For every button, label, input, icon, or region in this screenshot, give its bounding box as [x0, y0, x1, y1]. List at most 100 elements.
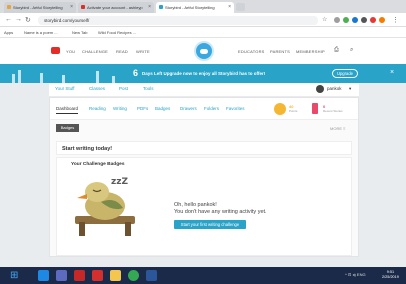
nav-link-educators[interactable]: EDUCATORS: [238, 49, 265, 54]
tab-title: Activate your account - ashleyp: [87, 5, 143, 10]
bookmark-star-icon[interactable]: ☆: [322, 16, 327, 23]
subnav-your-stuff[interactable]: Your Stuff: [55, 86, 75, 91]
banner-decoration: [96, 71, 99, 83]
acrobat-app-icon[interactable]: [92, 270, 103, 281]
chevron-down-icon[interactable]: ▾: [349, 86, 351, 92]
subnav: Your Stuff Classes Post Tools pankok ▾: [49, 83, 359, 96]
banner-decoration: [40, 73, 43, 83]
store-app-icon[interactable]: [56, 270, 67, 281]
acrobat-app-icon[interactable]: [74, 270, 85, 281]
reload-icon[interactable]: ↻: [25, 16, 31, 24]
word-app-icon[interactable]: [146, 270, 157, 281]
start-writing-card: Start writing today!: [56, 141, 352, 155]
youtube-play-icon[interactable]: [51, 47, 60, 54]
browser-tab-bar: Storybird - Artful Storytelling × Activa…: [0, 0, 406, 13]
tab-reading[interactable]: Reading: [89, 106, 106, 111]
tab-pdfs[interactable]: PDFs: [137, 106, 148, 111]
profile-avatar-icon[interactable]: [379, 17, 385, 23]
menu-kebab-icon[interactable]: ⋮: [392, 16, 399, 24]
nav-link-you[interactable]: YOU: [66, 49, 75, 54]
close-tab-icon[interactable]: ×: [228, 4, 231, 10]
nav-link-challenge[interactable]: CHALLENGE: [82, 49, 108, 54]
points-icon: [274, 103, 286, 115]
nav-link-write[interactable]: WRITE: [136, 49, 150, 54]
extension-icon[interactable]: [343, 17, 349, 23]
site-header: YOU CHALLENGE READ WRITE EDUCATORS PAREN…: [0, 38, 406, 64]
close-tab-icon[interactable]: ×: [70, 4, 73, 10]
extension-icon[interactable]: [352, 17, 358, 23]
new-tab-button[interactable]: [236, 3, 245, 11]
windows-start-icon[interactable]: ⊞: [10, 270, 18, 281]
forward-arrow-icon[interactable]: →: [15, 16, 22, 23]
bird-beak: [77, 194, 87, 199]
bookmark-item[interactable]: Wild Food Recipes ...: [98, 30, 136, 35]
windows-taskbar: ⊞ ^ ⊡ ◂) ENG 9:51 2/25/2019: [0, 267, 406, 284]
extension-icon[interactable]: [370, 17, 376, 23]
points-label: Points: [289, 109, 298, 113]
tab-writing[interactable]: Writing: [113, 106, 127, 111]
days-left-number: 6: [133, 68, 139, 78]
system-tray[interactable]: ^ ⊡ ◂) ENG: [345, 272, 366, 277]
storybird-logo[interactable]: [194, 41, 214, 61]
storybird-favicon-icon: [7, 5, 11, 9]
banner-decoration: [12, 74, 15, 83]
file-explorer-app-icon[interactable]: [110, 270, 121, 281]
banner-decoration: [18, 70, 21, 83]
nav-link-membership[interactable]: MEMBERSHIP: [296, 49, 325, 54]
user-avatar[interactable]: [316, 85, 324, 93]
more-link[interactable]: MORE ≡: [330, 126, 345, 131]
tab-favorites[interactable]: Favorites: [226, 106, 245, 111]
ie-app-icon[interactable]: [38, 270, 49, 281]
subnav-post[interactable]: Post: [119, 86, 128, 91]
search-icon[interactable]: ⌕: [350, 47, 354, 54]
browser-tab-storybird-active[interactable]: Storybird - Artful Storytelling ×: [156, 2, 234, 13]
greeting-text: Oh, hello pankok!: [174, 202, 217, 208]
address-bar-row: ← → ↻ storybird.com/yourself/ ☆ ⋮: [0, 13, 406, 27]
banner-message: Days Left Upgrade now to enjoy all Story…: [142, 71, 265, 76]
zzz-text: zzZ: [111, 177, 128, 187]
tab-folders[interactable]: Folders: [204, 106, 219, 111]
banner-decoration: [112, 76, 115, 83]
chrome-app-icon[interactable]: [128, 270, 139, 281]
stories-icon: [312, 103, 318, 114]
url-field[interactable]: storybird.com/yourself/: [38, 16, 318, 25]
subnav-classes[interactable]: Classes: [89, 86, 105, 91]
bookmark-apps[interactable]: Apps: [4, 30, 13, 35]
back-arrow-icon[interactable]: ←: [5, 16, 12, 23]
print-icon[interactable]: ⎙: [334, 47, 339, 54]
challenge-badges-heading: Your Challenge Badges: [71, 162, 125, 167]
nav-link-read[interactable]: READ: [116, 49, 128, 54]
extension-icon[interactable]: [334, 17, 340, 23]
username[interactable]: pankok: [327, 86, 342, 91]
badges-label[interactable]: Badges: [56, 124, 79, 132]
browser-tab-activate-account[interactable]: Activate your account - ashleyp ×: [78, 2, 154, 13]
browser-tab-storybird-1[interactable]: Storybird - Artful Storytelling ×: [4, 2, 76, 13]
bookmark-item[interactable]: Name is a poem ...: [24, 30, 58, 35]
tab-title: Storybird - Artful Storytelling: [165, 5, 215, 10]
clock[interactable]: 9:51 2/25/2019: [382, 270, 399, 280]
log-leg: [79, 222, 85, 236]
extension-icon[interactable]: [361, 17, 367, 23]
nav-link-parents[interactable]: PARENTS: [270, 49, 290, 54]
log-leg: [125, 222, 131, 236]
banner-decoration: [62, 75, 65, 83]
close-banner-icon[interactable]: ×: [390, 69, 394, 76]
sleeping-bird-illustration: zzZ: [75, 177, 135, 236]
tab-badges[interactable]: Badges: [155, 106, 170, 111]
challenge-badges-card: Your Challenge Badges zzZ Oh, hello pank…: [56, 157, 352, 256]
storybird-favicon-icon: [159, 5, 163, 9]
tab-drawers[interactable]: Drawers: [180, 106, 197, 111]
tab-dashboard[interactable]: Dashboard: [56, 106, 79, 114]
bookmark-item[interactable]: New Tab: [72, 30, 88, 35]
start-challenge-button[interactable]: Start your first writing challenge: [174, 220, 246, 229]
upgrade-message: Upgrade now to enjoy all Storybird has t…: [163, 71, 266, 76]
subnav-tools[interactable]: Tools: [143, 86, 154, 91]
tab-title: Storybird - Artful Storytelling: [13, 5, 63, 10]
no-activity-text: You don't have any writing activity yet.: [174, 209, 267, 215]
clock-date: 2/25/2019: [382, 275, 399, 279]
start-writing-heading: Start writing today!: [62, 146, 113, 152]
upgrade-button[interactable]: Upgrade: [332, 69, 358, 78]
close-tab-icon[interactable]: ×: [148, 4, 151, 10]
trial-banner: 6 Days Left Upgrade now to enjoy all Sto…: [0, 64, 406, 83]
days-left-label: Days Left: [142, 71, 163, 76]
